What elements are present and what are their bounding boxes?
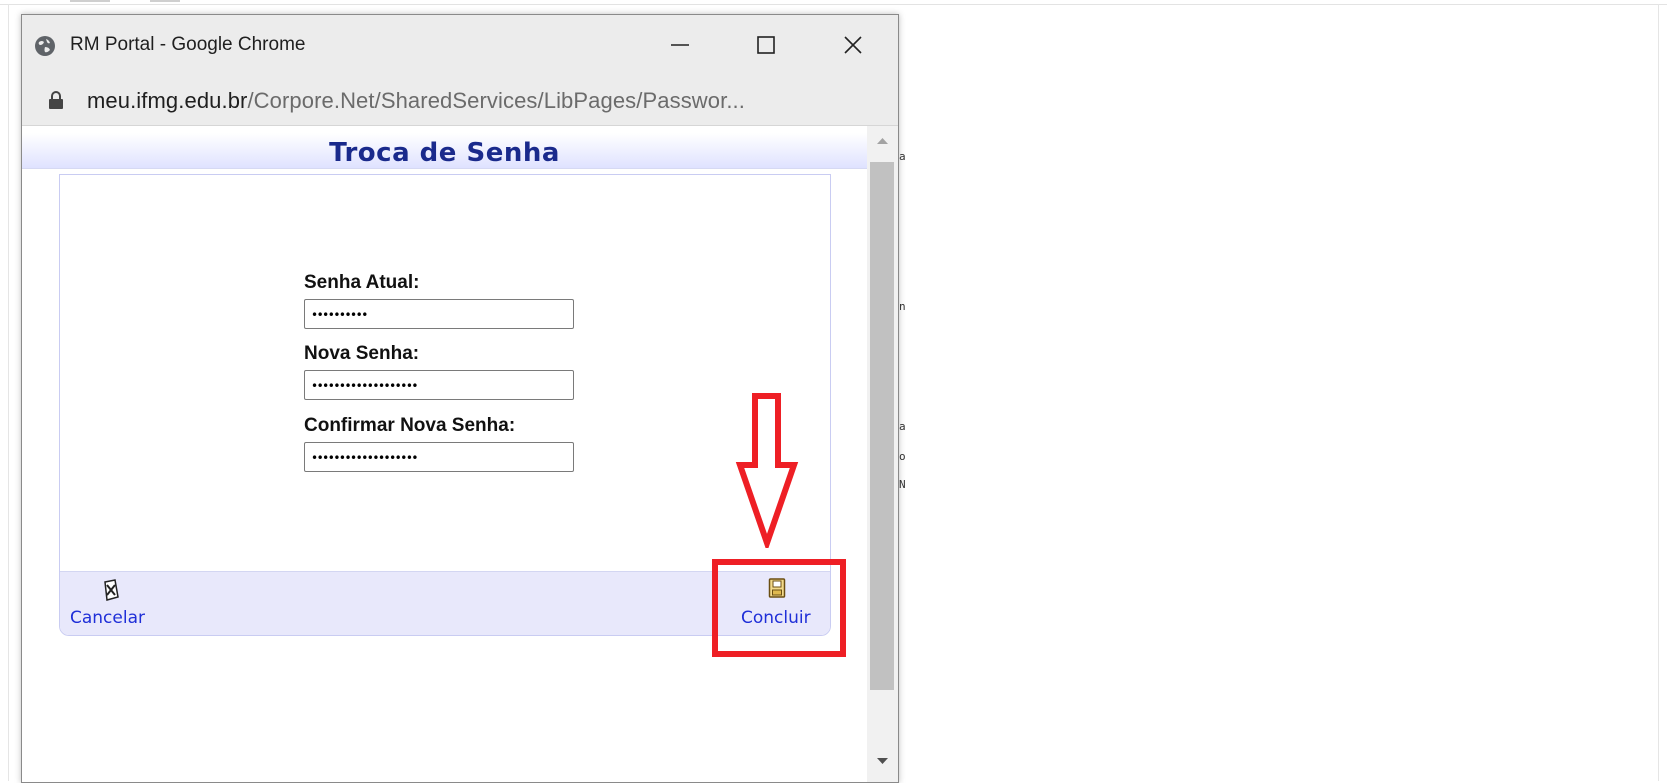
vertical-scrollbar[interactable] [867, 126, 898, 782]
scrollbar-thumb[interactable] [870, 162, 894, 690]
scroll-up-icon[interactable] [867, 126, 898, 156]
confirm-password-input[interactable]: ••••••••••••••••••• [304, 442, 574, 472]
maximize-icon [757, 36, 775, 54]
scroll-down-icon[interactable] [867, 746, 898, 776]
background-page-right-edge [1658, 4, 1659, 781]
background-page-left-edge [8, 4, 9, 781]
annotation-arrow-icon [735, 393, 799, 548]
current-password-label: Senha Atual: [304, 272, 420, 293]
cancel-icon[interactable] [102, 579, 120, 601]
confirm-password-label: Confirmar Nova Senha: [304, 415, 516, 436]
new-password-input[interactable]: ••••••••••••••••••• [304, 370, 574, 400]
window-titlebar[interactable]: RM Portal - Google Chrome [22, 15, 898, 75]
address-bar[interactable]: meu.ifmg.edu.br/Corpore.Net/SharedServic… [22, 75, 898, 126]
cancel-button[interactable]: Cancelar [70, 608, 145, 628]
background-page-border [0, 0, 1667, 5]
globe-icon [35, 36, 55, 56]
background-char: a [899, 150, 906, 163]
page-title: Troca de Senha [329, 138, 560, 168]
url-path: /Corpore.Net/SharedServices/LibPages/Pas… [247, 88, 745, 113]
current-password-input[interactable]: •••••••••• [304, 299, 574, 329]
background-char: N [899, 478, 906, 491]
close-icon [844, 36, 862, 54]
url-host: meu.ifmg.edu.br [87, 88, 248, 113]
minimize-icon [671, 44, 689, 46]
url-text[interactable]: meu.ifmg.edu.br/Corpore.Net/SharedServic… [87, 88, 745, 114]
close-button[interactable] [825, 25, 881, 65]
background-char: a [899, 420, 906, 433]
background-page-mark [70, 0, 110, 2]
lock-icon [49, 91, 63, 109]
minimize-button[interactable] [652, 25, 708, 65]
page-header: Troca de Senha [22, 133, 867, 169]
window-title: RM Portal - Google Chrome [70, 34, 306, 55]
background-page-mark [150, 0, 180, 2]
new-password-label: Nova Senha: [304, 343, 420, 364]
maximize-button[interactable] [738, 25, 794, 65]
annotation-highlight-box [712, 559, 846, 657]
background-char: o [899, 450, 906, 463]
background-char: n [899, 300, 906, 313]
